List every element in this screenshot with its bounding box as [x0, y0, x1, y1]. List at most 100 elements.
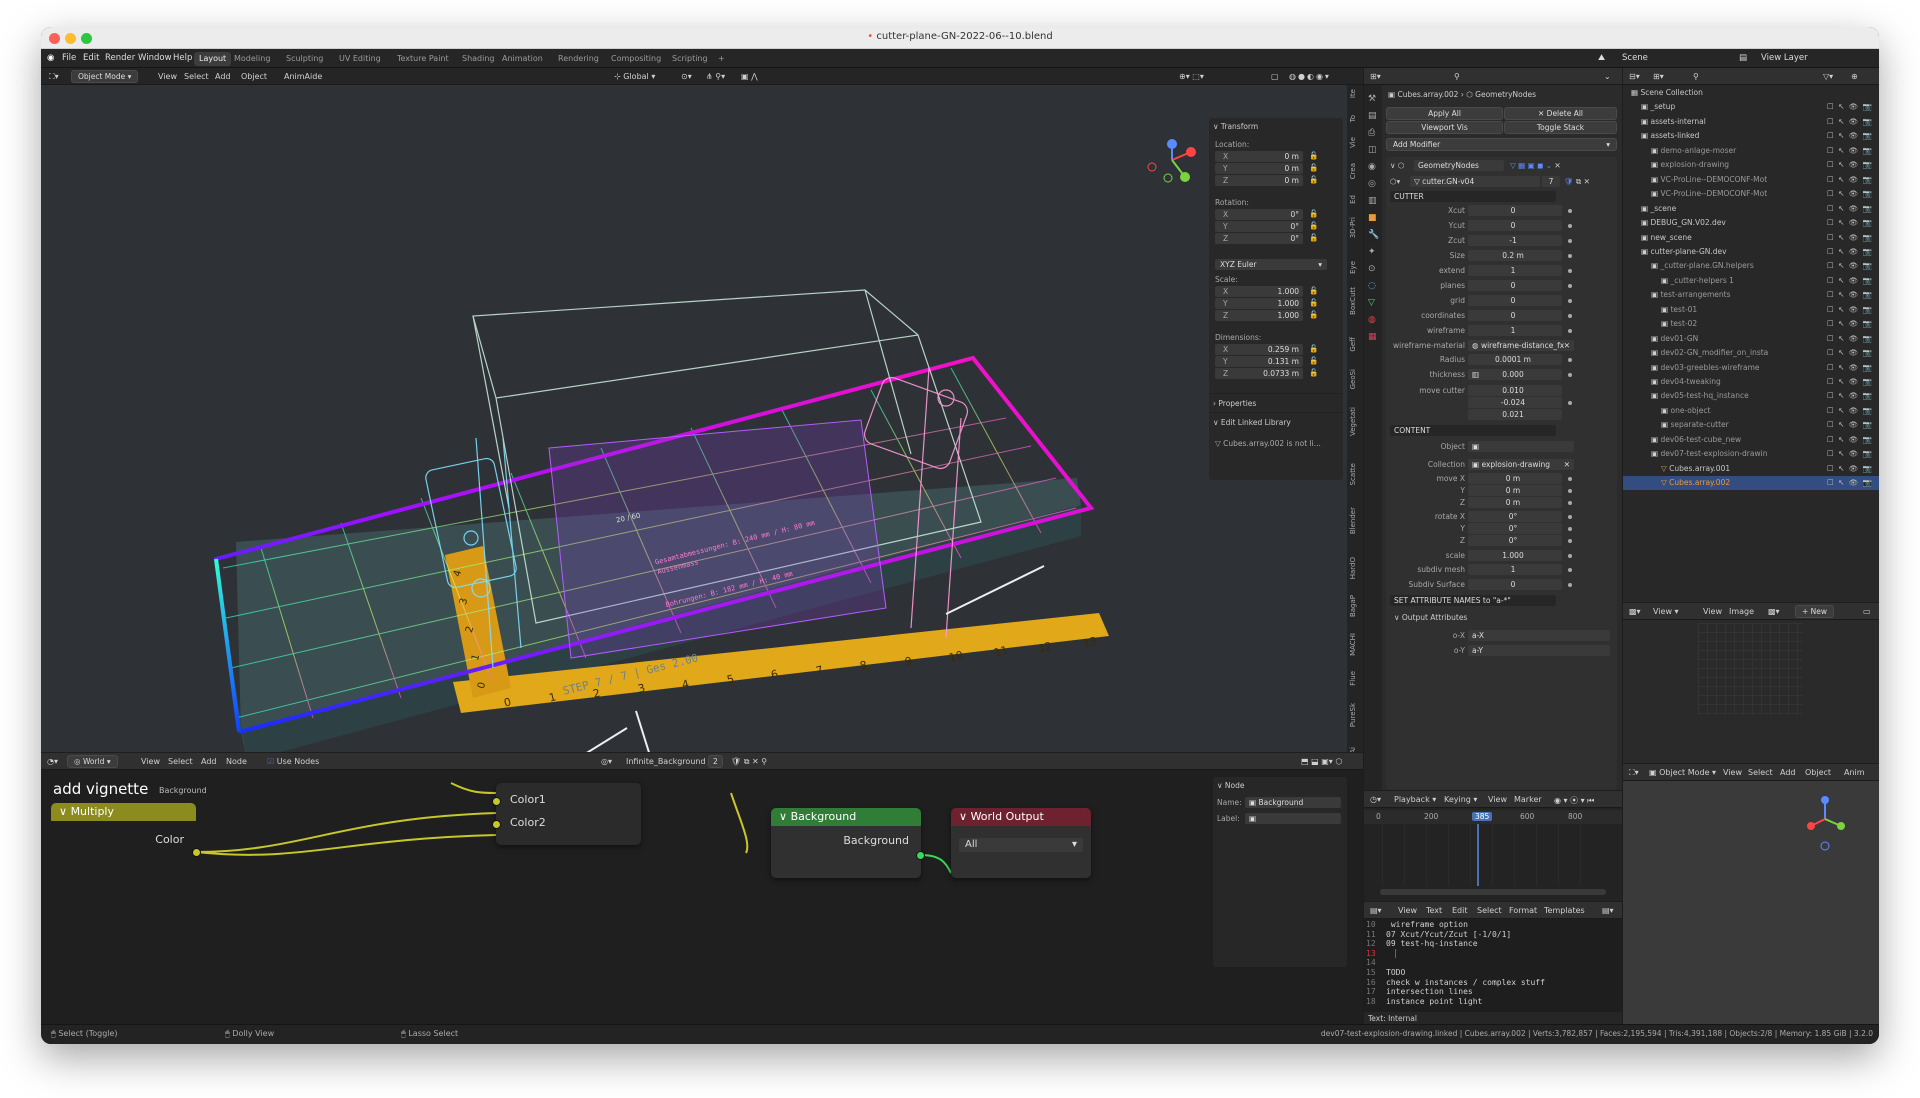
code-line-13[interactable]: 13: [1366, 949, 1386, 958]
outliner-row-1[interactable]: ▣ _setup ☐ ↖ 👁 📷: [1623, 100, 1879, 114]
outliner-row-7[interactable]: ▣ VC-ProLine--DEMOCONF-Mot ☐ ↖ 👁 📷: [1623, 187, 1879, 201]
image-canvas-grid[interactable]: [1698, 623, 1803, 715]
edit-linked-library-toggle[interactable]: ∨ Edit Linked Library: [1213, 418, 1291, 427]
visibility-icons[interactable]: ☐ ↖ 👁 📷: [1827, 375, 1873, 389]
visibility-icons[interactable]: ☐ ↖ 👁 📷: [1827, 462, 1873, 476]
viewport-3d[interactable]: ⛶▾ Object Mode ▾ View Select Add Object …: [41, 68, 1363, 752]
sidebar-tab-13[interactable]: HardO: [1349, 557, 1363, 579]
code-line-18[interactable]: 18 instance point light: [1366, 997, 1482, 1006]
scale-z-lock-icon[interactable]: 🔓: [1309, 310, 1318, 319]
move-cutter-x[interactable]: 0.010: [1468, 385, 1562, 396]
image-editor[interactable]: ▩▾ View ▾ View Image ▩▾ + New ▭: [1623, 603, 1879, 763]
text-menu-format[interactable]: Format: [1509, 906, 1537, 915]
tab-compositing[interactable]: Compositing: [606, 52, 666, 66]
open-image-icon[interactable]: ▭: [1863, 607, 1871, 616]
tab-sculpting[interactable]: Sculpting: [281, 52, 328, 66]
outliner-row-12[interactable]: ▣ _cutter-plane.GN.helpers ☐ ↖ 👁 📷: [1623, 259, 1879, 273]
image-menu-image[interactable]: Image: [1729, 607, 1754, 616]
new-collection-icon[interactable]: ⊕: [1851, 72, 1858, 81]
menu-help[interactable]: Help: [173, 53, 192, 63]
scale-param-field[interactable]: 1.000: [1468, 550, 1562, 561]
visibility-icons[interactable]: ☐ ↖ 👁 📷: [1827, 303, 1873, 317]
outliner-row-15[interactable]: ▣ test-01 ☐ ↖ 👁 📷: [1623, 303, 1879, 317]
toggle-stack-button[interactable]: Toggle Stack: [1504, 121, 1617, 134]
rotation-z-lock-icon[interactable]: 🔓: [1309, 233, 1318, 242]
visibility-icons[interactable]: ☐ ↖ 👁 📷: [1827, 433, 1873, 447]
playhead[interactable]: [1477, 824, 1479, 886]
dimension-z-lock-icon[interactable]: 🔓: [1309, 368, 1318, 377]
color2-socket[interactable]: [492, 820, 501, 829]
rotation-mode-dropdown[interactable]: XYZ Euler ▾: [1215, 259, 1327, 270]
timeline-ruler[interactable]: 0 200 385 600 800: [1364, 810, 1622, 824]
sidebar-tab-12[interactable]: Blender: [1349, 507, 1363, 534]
sidebar-tab-8[interactable]: Geff: [1349, 337, 1363, 352]
world-output-node[interactable]: ∨ World Output All ▾: [951, 808, 1091, 878]
move-cutter-y[interactable]: -0.024: [1468, 397, 1562, 408]
outliner-row-4[interactable]: ▣ demo-anlage-moser ☐ ↖ 👁 📷: [1623, 144, 1879, 158]
timeline-editor-type-icon[interactable]: ◷▾: [1370, 795, 1381, 804]
cutter-param-keyframe-dot-7[interactable]: [1568, 314, 1572, 318]
image-editor-type-icon[interactable]: ▩▾: [1629, 607, 1641, 616]
visibility-icons[interactable]: ☐ ↖ 👁 📷: [1827, 332, 1873, 346]
outliner-editor-type-icon[interactable]: ⊟▾: [1629, 72, 1640, 81]
ox-field[interactable]: a-X: [1468, 630, 1610, 641]
timeline[interactable]: ◷▾ Playback ▾ Keying ▾ View Marker ◉ ▾ ⦿…: [1364, 791, 1622, 901]
text-menu-view[interactable]: View: [1398, 906, 1417, 915]
timeline-menu-marker[interactable]: Marker: [1514, 795, 1542, 804]
visibility-icons[interactable]: ☐ ↖ 👁 📷: [1827, 158, 1873, 172]
visibility-icons[interactable]: ☐ ↖ 👁 📷: [1827, 288, 1873, 302]
cutter-param-keyframe-dot-3[interactable]: [1568, 254, 1572, 258]
cutter-param-field-0[interactable]: 0: [1468, 205, 1562, 216]
visibility-icons[interactable]: ☐ ↖ 👁 📷: [1827, 361, 1873, 375]
code-line-17[interactable]: 17 intersection lines: [1366, 987, 1473, 996]
viewport-vis-button[interactable]: Viewport Vis: [1386, 121, 1503, 134]
outliner-row-23[interactable]: ▣ separate-cutter ☐ ↖ 👁 📷: [1623, 418, 1879, 432]
node-panel-header[interactable]: ∨ Node: [1217, 781, 1244, 790]
rotation-x-lock-icon[interactable]: 🔓: [1309, 209, 1318, 218]
code-line-16[interactable]: 16 check w instances / complex stuff: [1366, 978, 1545, 987]
cutter-param-keyframe-dot-0[interactable]: [1568, 209, 1572, 213]
add-workspace-button[interactable]: +: [713, 52, 730, 66]
sidebar-tab-2[interactable]: Vie: [1349, 137, 1363, 148]
sidebar-tab-17[interactable]: PureSk: [1349, 703, 1363, 727]
code-line-10[interactable]: 10 wireframe option: [1366, 920, 1468, 929]
visibility-icons[interactable]: ☐ ↖ 👁 📷: [1827, 144, 1873, 158]
outliner-row-14[interactable]: ▣ test-arrangements ☐ ↖ 👁 📷: [1623, 288, 1879, 302]
apply-all-button[interactable]: Apply All: [1386, 107, 1503, 120]
properties-panel-toggle[interactable]: › Properties: [1213, 399, 1256, 408]
menu-render[interactable]: Render: [105, 53, 135, 63]
location-z-lock-icon[interactable]: 🔓: [1309, 175, 1318, 184]
tab-uv-editing[interactable]: UV Editing: [334, 52, 386, 66]
node-group-users[interactable]: 7: [1542, 176, 1560, 187]
properties-editor-type-icon[interactable]: ⊞▾: [1370, 72, 1381, 81]
properties-search-icon[interactable]: ⚲: [1454, 72, 1460, 81]
code-line-11[interactable]: 11 07 Xcut/Ycut/Zcut [-1/0/1]: [1366, 930, 1511, 939]
record-icon[interactable]: ◉ ▾ ⦿ ▾ ⏮: [1554, 795, 1594, 806]
text-menu-text[interactable]: Text: [1426, 906, 1442, 915]
properties-options-icon[interactable]: ⌄: [1604, 72, 1611, 81]
cutter-param-field-5[interactable]: 0: [1468, 280, 1562, 291]
outliner-row-24[interactable]: ▣ dev06-test-cube_new ☐ ↖ 👁 📷: [1623, 433, 1879, 447]
outliner-row-18[interactable]: ▣ dev02-GN_modifier_on_insta ☐ ↖ 👁 📷: [1623, 346, 1879, 360]
subdiv-mesh-field[interactable]: 1: [1468, 564, 1562, 575]
tab-shading[interactable]: Shading: [457, 52, 500, 66]
scale-y-lock-icon[interactable]: 🔓: [1309, 298, 1318, 307]
blender-logo-icon[interactable]: ◉: [47, 53, 54, 63]
move-param-field-1[interactable]: 0 m: [1468, 485, 1562, 496]
image-browse-icon[interactable]: ▩▾: [1768, 607, 1780, 616]
code-line-15[interactable]: 15 TODO: [1366, 968, 1405, 977]
sidebar-tab-0[interactable]: Ite: [1349, 89, 1363, 98]
properties-editor[interactable]: ⊞▾ ⚲ ⌄ ⚒ ▤ ⎙ ◫ ◉ ◎ ▥ ■ 🔧 ✦ ⊙ ◌ ▽ ◍ ▦ ▣ Cubes.array.002…: [1364, 68, 1622, 790]
outliner-row-6[interactable]: ▣ VC-ProLine--DEMOCONF-Mot ☐ ↖ 👁 📷: [1623, 173, 1879, 187]
properties-tab-icons[interactable]: ⚒ ▤ ⎙ ◫ ◉ ◎ ▥ ■ 🔧 ✦ ⊙ ◌ ▽ ◍ ▦: [1368, 91, 1379, 346]
thickness-field[interactable]: ▥ 0.000: [1468, 369, 1562, 380]
text-menu-edit[interactable]: Edit: [1452, 906, 1468, 915]
cutter-param-field-8[interactable]: 1: [1468, 325, 1562, 336]
sidebar-tab-11[interactable]: Scatte: [1349, 463, 1363, 485]
cutter-param-keyframe-dot-4[interactable]: [1568, 269, 1572, 273]
move-param-keyframe-dot-1[interactable]: [1568, 489, 1572, 493]
outliner-row-3[interactable]: ▣ assets-linked ☐ ↖ 👁 📷: [1623, 129, 1879, 143]
cutter-param-keyframe-dot-2[interactable]: [1568, 239, 1572, 243]
outliner-row-20[interactable]: ▣ dev04-tweaking ☐ ↖ 👁 📷: [1623, 375, 1879, 389]
sidebar-tab-5[interactable]: 3D-Pri: [1349, 217, 1363, 238]
